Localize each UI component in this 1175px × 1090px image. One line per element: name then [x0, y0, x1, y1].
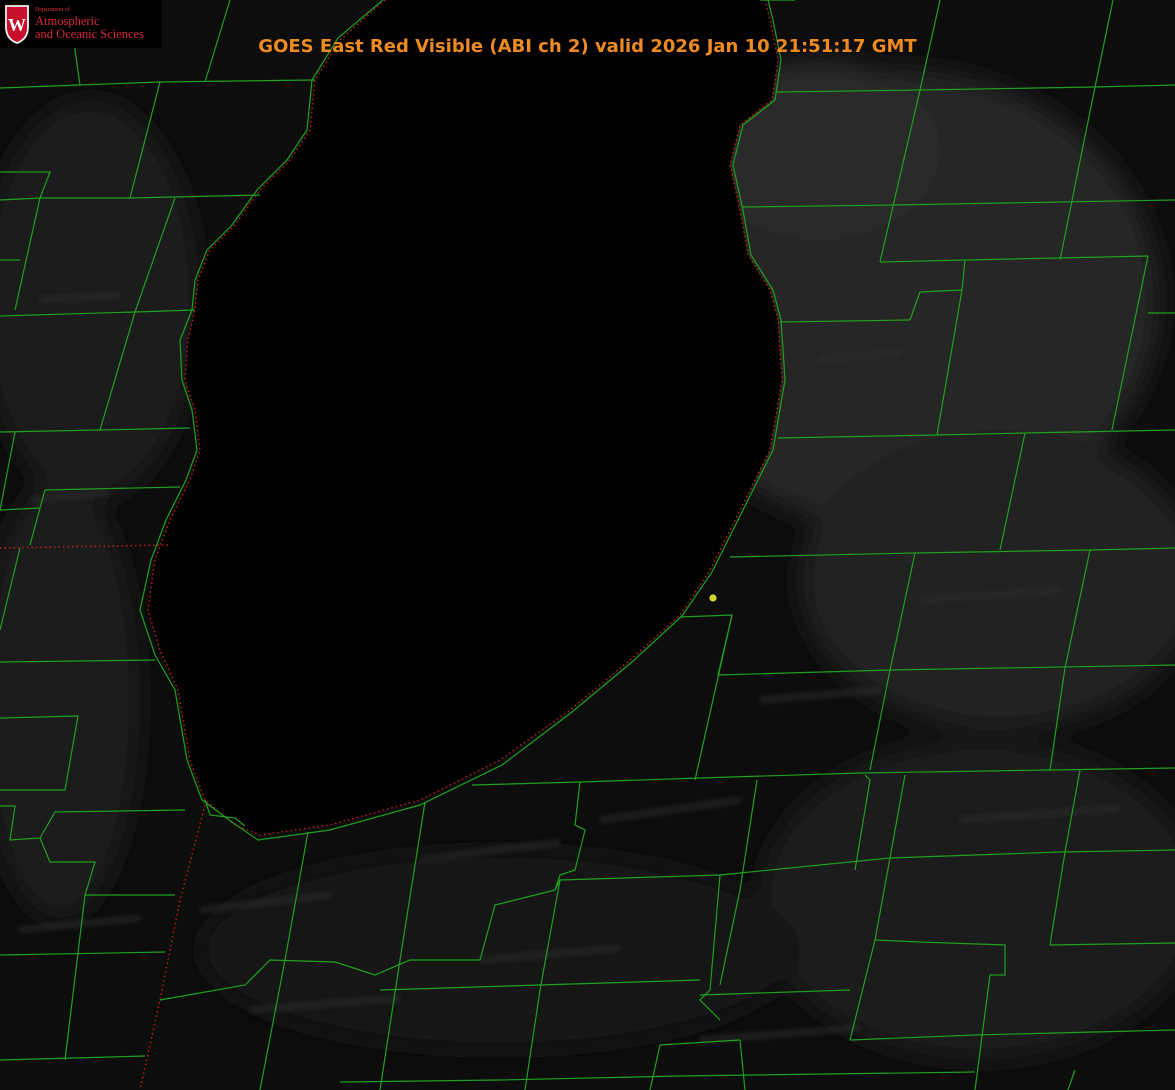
image-title: GOES East Red Visible (ABI ch 2) valid 2… [258, 36, 917, 57]
satellite-map [0, 0, 1175, 1090]
svg-text:W: W [8, 15, 26, 35]
satellite-image-viewer: W Department of Atmospheric and Oceanic … [0, 0, 1175, 1090]
city-marker [709, 594, 717, 602]
logo-department: Department of [35, 6, 70, 13]
